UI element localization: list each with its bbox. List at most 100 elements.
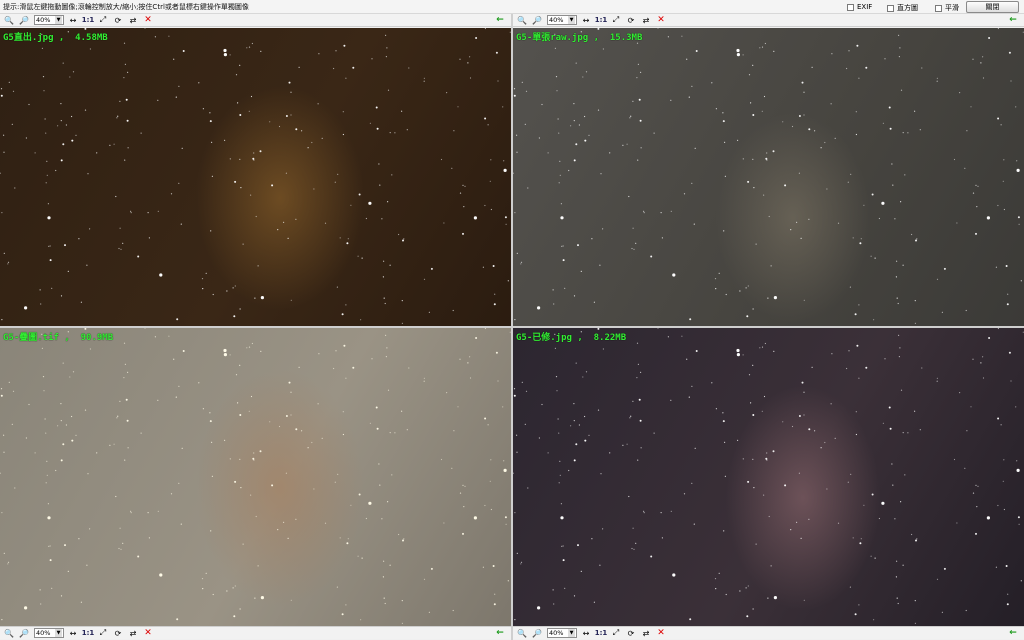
star-dot xyxy=(123,77,125,79)
actual-size-button[interactable]: 1:1 xyxy=(82,15,95,26)
back-icon[interactable]: ← xyxy=(1007,15,1019,26)
close-button[interactable]: 關閉 xyxy=(966,1,1019,13)
fit-window-icon[interactable]: ⤢ xyxy=(610,15,622,26)
actual-size-button[interactable]: 1:1 xyxy=(595,15,608,26)
star-dot xyxy=(773,350,775,352)
star-dot xyxy=(900,501,902,503)
star-dot xyxy=(916,238,918,240)
star-dot xyxy=(0,88,3,90)
checkbox-box[interactable] xyxy=(935,4,942,12)
star-dot xyxy=(629,417,631,419)
chevron-down-icon[interactable]: ▼ xyxy=(55,16,62,24)
chevron-down-icon[interactable]: ▼ xyxy=(55,629,62,637)
star-dot xyxy=(157,210,159,212)
actual-size-button[interactable]: 1:1 xyxy=(595,628,608,639)
fit-width-icon[interactable]: ↔ xyxy=(580,628,592,639)
smooth-checkbox[interactable]: 平滑 xyxy=(935,3,959,13)
star-dot xyxy=(847,181,849,183)
exif-checkbox[interactable]: EXIF xyxy=(847,3,872,11)
close-icon[interactable]: ✕ xyxy=(142,628,154,639)
close-icon[interactable]: ✕ xyxy=(655,628,667,639)
back-icon[interactable]: ← xyxy=(494,15,506,26)
star-dot xyxy=(48,245,50,247)
star-dot xyxy=(34,452,36,454)
star-dot xyxy=(224,139,226,141)
actual-size-button[interactable]: 1:1 xyxy=(82,628,95,639)
rotate-icon[interactable]: ⟳ xyxy=(625,15,637,26)
star-dot xyxy=(361,557,363,559)
star-dot xyxy=(333,367,335,370)
chevron-down-icon[interactable]: ▼ xyxy=(568,16,575,24)
star-dot xyxy=(239,158,241,160)
fit-width-icon[interactable]: ↔ xyxy=(67,15,79,26)
histogram-checkbox[interactable]: 直方圖 xyxy=(887,3,918,13)
star-dot xyxy=(283,221,285,223)
star-dot xyxy=(588,134,590,136)
fit-width-icon[interactable]: ↔ xyxy=(580,15,592,26)
star-dot xyxy=(691,482,693,484)
close-icon[interactable]: ✕ xyxy=(142,15,154,26)
checkbox-box[interactable] xyxy=(887,4,894,12)
star-dot xyxy=(446,392,448,394)
star-dot xyxy=(198,82,200,84)
rotate-icon[interactable]: ⟳ xyxy=(112,15,124,26)
star-dot xyxy=(389,432,391,434)
star-dot xyxy=(975,232,977,235)
image-panel-3[interactable]: G5-疊圖.tif , 90.9MB xyxy=(0,328,511,626)
star-dot xyxy=(516,252,518,254)
fit-window-icon[interactable]: ⤢ xyxy=(97,628,109,639)
star-dot xyxy=(764,342,766,345)
zoom-select[interactable]: 40% ▼ xyxy=(547,628,577,638)
zoom-out-icon[interactable]: 🔎 xyxy=(18,15,30,26)
checkbox-box[interactable] xyxy=(847,3,854,11)
star-dot xyxy=(49,545,51,547)
star-dot xyxy=(234,285,236,287)
sync-icon[interactable]: ⇄ xyxy=(640,15,652,26)
sync-icon[interactable]: ⇄ xyxy=(127,628,139,639)
star-dot xyxy=(837,222,840,224)
chevron-down-icon[interactable]: ▼ xyxy=(568,629,575,637)
sync-icon[interactable]: ⇄ xyxy=(127,15,139,26)
zoom-select[interactable]: 40% ▼ xyxy=(34,628,64,638)
star-dot xyxy=(711,382,713,384)
star-dot xyxy=(253,152,255,154)
rotate-icon[interactable]: ⟳ xyxy=(112,628,124,639)
star-dot xyxy=(557,418,559,420)
star-dot xyxy=(865,366,868,369)
sync-icon[interactable]: ⇄ xyxy=(640,628,652,639)
zoom-in-icon[interactable]: 🔍 xyxy=(3,628,15,639)
image-panel-4[interactable]: G5-已修.jpg , 8.22MB xyxy=(513,328,1024,626)
rotate-icon[interactable]: ⟳ xyxy=(625,628,637,639)
zoom-out-icon[interactable]: 🔎 xyxy=(531,628,543,639)
zoom-select[interactable]: 40% ▼ xyxy=(34,15,64,25)
star-dot xyxy=(871,193,874,196)
zoom-out-icon[interactable]: 🔎 xyxy=(18,628,30,639)
back-icon[interactable]: ← xyxy=(494,628,506,639)
image-panel-2[interactable]: G5-單張raw.jpg , 15.3MB xyxy=(513,28,1024,326)
star-dot xyxy=(855,133,857,136)
zoom-select[interactable]: 40% ▼ xyxy=(547,15,577,25)
star-dot xyxy=(527,487,529,489)
zoom-in-icon[interactable]: 🔍 xyxy=(3,15,15,26)
image-panel-1[interactable]: G5直出.jpg , 4.58MB xyxy=(0,28,511,326)
back-icon[interactable]: ← xyxy=(1007,628,1019,639)
close-icon[interactable]: ✕ xyxy=(655,15,667,26)
star-dot xyxy=(811,66,813,68)
star-dot xyxy=(514,319,516,321)
star-dot xyxy=(889,127,892,130)
star-dot xyxy=(541,403,543,406)
fit-width-icon[interactable]: ↔ xyxy=(67,628,79,639)
star-dot xyxy=(60,420,62,422)
star-dot xyxy=(402,539,404,542)
zoom-out-icon[interactable]: 🔎 xyxy=(531,15,543,26)
star-dot xyxy=(670,399,672,401)
star-dot xyxy=(661,537,663,539)
star-dot xyxy=(820,447,822,449)
zoom-in-icon[interactable]: 🔍 xyxy=(516,15,528,26)
star-dot xyxy=(637,159,639,161)
star-dot xyxy=(46,474,48,476)
fit-window-icon[interactable]: ⤢ xyxy=(610,628,622,639)
star-dot xyxy=(1,512,3,514)
zoom-in-icon[interactable]: 🔍 xyxy=(516,628,528,639)
fit-window-icon[interactable]: ⤢ xyxy=(97,15,109,26)
